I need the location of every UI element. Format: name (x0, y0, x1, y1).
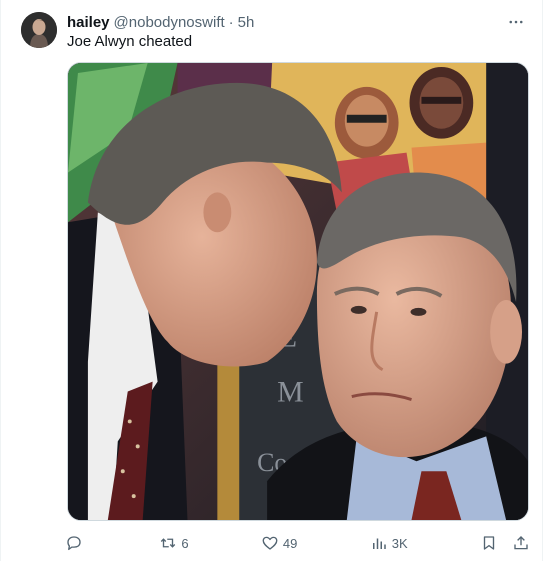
tweet-header: hailey @nobodynoswift · 5h (67, 12, 528, 32)
views-count: 3K (391, 535, 408, 551)
views-button[interactable]: 3K (364, 532, 414, 554)
post-time[interactable]: 5h (238, 14, 255, 31)
tweet-text: Joe Alwyn cheated (67, 33, 193, 50)
tweet-actions: 6 49 3K (59, 530, 536, 556)
author-handle[interactable]: @nobodynoswift (114, 14, 225, 31)
more-icon[interactable] (504, 10, 528, 34)
author-name[interactable]: hailey (67, 14, 110, 31)
avatar[interactable] (21, 12, 57, 48)
secondary-actions (474, 532, 536, 554)
reply-button[interactable] (59, 532, 93, 554)
like-button[interactable]: 49 (255, 532, 303, 554)
heart-icon (262, 536, 278, 550)
tweet-media-photo[interactable]: KE M Co (67, 62, 529, 521)
bookmark-icon (483, 536, 495, 550)
tweet-card[interactable]: hailey @nobodynoswift · 5h Joe Alwyn che… (0, 0, 543, 561)
retweet-icon (161, 538, 176, 548)
views-icon (372, 538, 386, 549)
retweet-count: 6 (181, 535, 189, 551)
share-button[interactable] (506, 532, 536, 554)
chalkboard-word-2: M (277, 376, 304, 409)
share-icon (514, 536, 528, 550)
separator-dot: · (228, 13, 234, 31)
reply-icon (67, 536, 81, 551)
like-count: 49 (282, 535, 298, 551)
retweet-button[interactable]: 6 (153, 532, 194, 554)
bookmark-button[interactable] (474, 532, 504, 554)
